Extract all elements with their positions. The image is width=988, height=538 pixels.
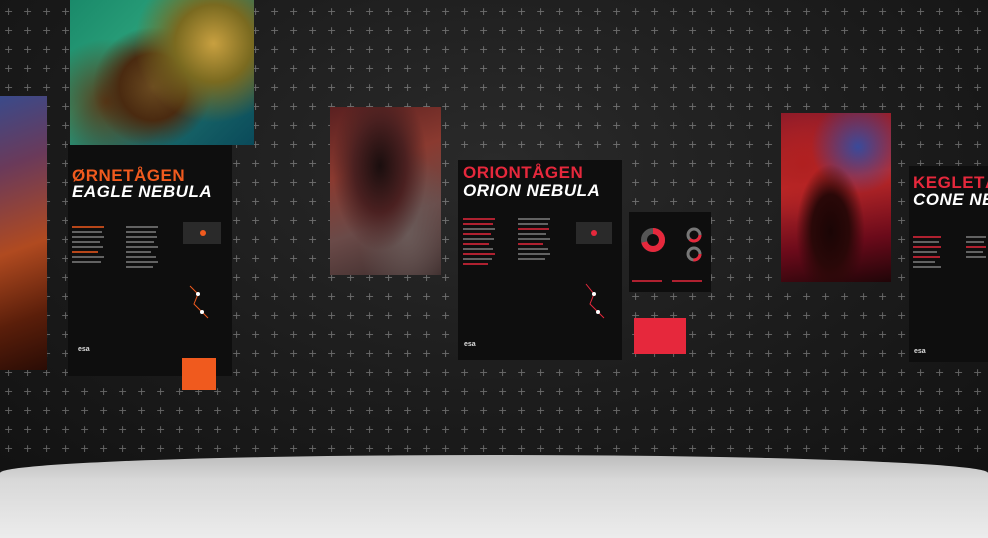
eagle-text-column-1 — [72, 226, 106, 266]
eagle-thumbnail — [183, 222, 221, 244]
exhibition-scene: + + + + + + + + + + + + + + + + + + + + + + + + + + + + + + + + + + + + + + + +… — [0, 0, 988, 538]
orion-thumbnail — [576, 222, 612, 244]
cone-nebula-photo — [781, 113, 891, 282]
floor — [0, 455, 988, 538]
orion-donut-chart — [640, 227, 666, 253]
orion-stats-text — [632, 272, 708, 290]
orion-title-english: ORION NEBULA — [463, 181, 601, 200]
eagle-nebula-photo — [70, 0, 254, 145]
orion-nebula-photo — [330, 107, 441, 275]
orion-mini-charts — [684, 226, 704, 264]
eagle-constellation-map — [180, 282, 222, 322]
eagle-text-column-2 — [126, 226, 160, 271]
orion-text-column-2 — [518, 218, 552, 263]
orion-title-native: ORIONTÅGEN — [463, 163, 584, 182]
orion-esa-logo: esa — [464, 341, 476, 348]
eagle-title-english: EAGLE NEBULA — [72, 182, 213, 201]
nebula-photo-left — [0, 96, 47, 370]
orion-fun-facts-badge — [634, 318, 686, 354]
orion-constellation-map — [574, 280, 616, 322]
orion-text-column-1 — [463, 218, 497, 268]
eagle-esa-logo: esa — [78, 346, 90, 353]
cone-text-column-2 — [966, 236, 986, 261]
eagle-fun-facts-badge — [182, 358, 216, 390]
cone-title-english: CONE NE — [913, 190, 988, 209]
cone-esa-logo: esa — [914, 348, 926, 355]
cone-text-column-1 — [913, 236, 943, 271]
